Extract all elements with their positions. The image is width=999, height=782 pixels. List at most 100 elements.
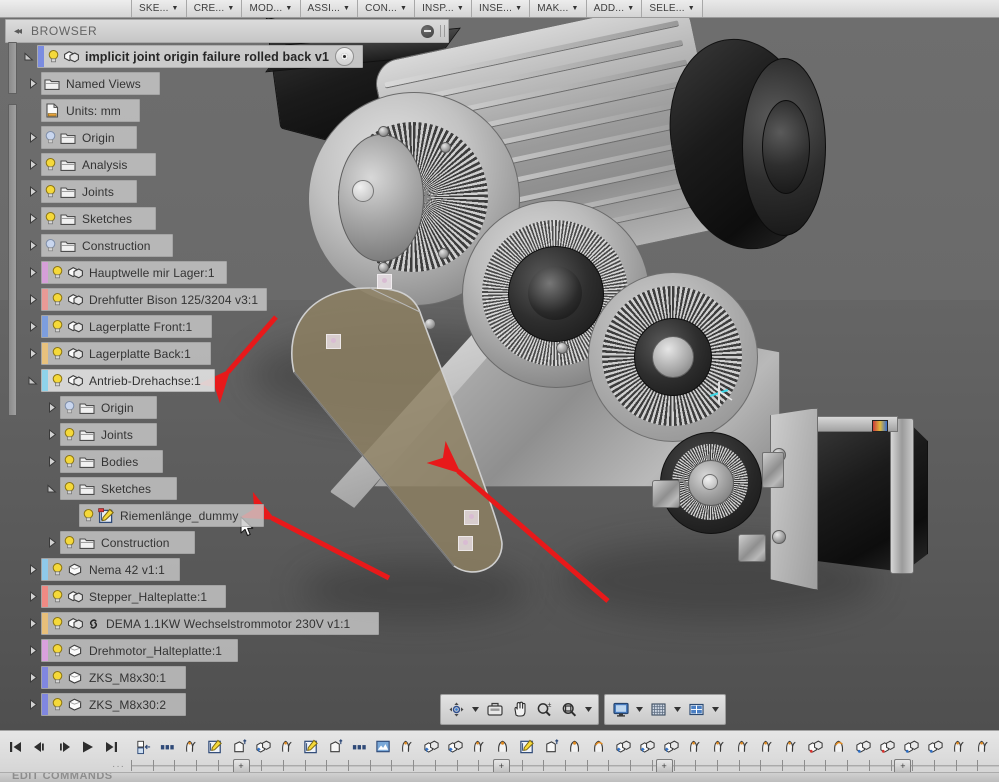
visibility-lamp-icon[interactable] [49, 640, 65, 661]
timeline-feature-revolute-joint[interactable] [587, 734, 611, 759]
expand-triangle-icon[interactable] [26, 558, 41, 581]
scrollbar-thumb[interactable] [8, 104, 17, 416]
expand-triangle-icon[interactable] [26, 639, 41, 662]
tree-row[interactable]: Construction [26, 234, 173, 257]
pan-icon[interactable] [508, 698, 531, 721]
browser-tree[interactable]: implicit joint origin failure rolled bac… [0, 42, 450, 716]
tree-item-chip[interactable]: Analysis [41, 153, 156, 176]
tree-item-chip[interactable]: implicit joint origin failure rolled bac… [37, 45, 364, 68]
expand-triangle-icon[interactable] [26, 693, 41, 716]
timeline-feature-rigid-group-new[interactable] [899, 734, 923, 759]
tree-row[interactable]: Joints [45, 423, 157, 446]
expand-triangle-icon[interactable] [26, 342, 41, 365]
activate-component-icon[interactable] [335, 47, 355, 66]
chevron-down-icon[interactable] [672, 698, 683, 721]
expand-triangle-icon[interactable] [26, 288, 41, 311]
timeline-feature-align[interactable] [131, 734, 155, 759]
timeline-feature-joint[interactable] [779, 734, 803, 759]
ribbon-tab-assemble[interactable]: ASSI... ▼ [300, 0, 359, 17]
scrollbar-thumb-upper[interactable] [8, 42, 17, 94]
expand-triangle-icon[interactable] [26, 585, 41, 608]
tree-row[interactable]: Origin [45, 396, 157, 419]
tree-row[interactable]: Joints [26, 180, 137, 203]
look-at-icon[interactable] [483, 698, 506, 721]
timeline-feature-rigid-group-error[interactable] [875, 734, 899, 759]
timeline-feature-joint[interactable] [947, 734, 971, 759]
minimize-icon[interactable] [421, 24, 434, 38]
visibility-lamp-icon[interactable] [61, 478, 77, 499]
timeline-feature-rigid-group[interactable] [251, 734, 275, 759]
tree-row[interactable]: ZKS_M8x30:1 [26, 666, 186, 689]
tree-row[interactable]: Sketches [45, 477, 177, 500]
tree-item-chip[interactable]: Joints [60, 423, 157, 446]
timeline-feature-joint[interactable] [971, 734, 995, 759]
tree-item-chip[interactable]: ZKS_M8x30:1 [41, 666, 186, 689]
tree-row[interactable]: Antrieb-Drehachse:1 [26, 369, 215, 392]
timeline-feature-parameters[interactable] [155, 734, 179, 759]
ribbon-tab-insert[interactable]: INSE... ▼ [472, 0, 531, 17]
tree-item-chip[interactable]: Sketches [60, 477, 177, 500]
timeline-feature-parameters[interactable] [347, 734, 371, 759]
chevron-down-icon[interactable] [634, 698, 645, 721]
timeline-feature-joint[interactable] [731, 734, 755, 759]
timeline-feature-sketch[interactable] [299, 734, 323, 759]
go-to-end-icon[interactable] [102, 736, 121, 758]
tree-row[interactable]: Named Views [26, 72, 160, 95]
visibility-lamp-icon[interactable] [42, 208, 58, 229]
timeline-feature-sketch[interactable] [203, 734, 227, 759]
chevron-down-icon[interactable] [470, 698, 481, 721]
timeline-feature-extrude[interactable] [227, 734, 251, 759]
tree-row[interactable]: Riemenlänge_dummy [64, 504, 264, 527]
ribbon-tab-addins[interactable]: ADD... ▼ [586, 0, 643, 17]
expand-triangle-icon[interactable] [45, 450, 60, 473]
visibility-lamp-icon[interactable] [49, 694, 65, 715]
timeline-feature-revolute-joint[interactable] [827, 734, 851, 759]
nav-group-camera[interactable]: ± [440, 694, 599, 725]
expand-triangle-icon[interactable] [26, 72, 41, 95]
timeline-feature-rigid-group[interactable] [611, 734, 635, 759]
tree-row[interactable]: Construction [45, 531, 195, 554]
tree-row-root[interactable]: implicit joint origin failure rolled bac… [22, 45, 364, 68]
tree-row[interactable]: Bodies [45, 450, 163, 473]
timeline-feature-joint[interactable] [707, 734, 731, 759]
visibility-lamp-icon[interactable] [42, 235, 58, 256]
timeline-bar[interactable]: ··· + + + + EDIT COMMANDS [0, 730, 999, 782]
tree-item-chip[interactable]: Origin [41, 126, 137, 149]
tree-row[interactable]: Units: mm [26, 99, 140, 122]
step-back-icon[interactable] [30, 736, 49, 758]
expand-triangle-icon[interactable] [26, 612, 41, 635]
visibility-lamp-icon[interactable] [49, 559, 65, 580]
ribbon-tab-make[interactable]: MAK... ▼ [530, 0, 587, 17]
browser-scrollbar[interactable] [8, 42, 17, 682]
tree-item-chip[interactable]: Construction [41, 234, 173, 257]
fit-icon[interactable] [558, 698, 581, 721]
visibility-lamp-icon[interactable] [42, 154, 58, 175]
collapse-triangle-icon[interactable] [26, 369, 41, 392]
visibility-lamp-icon[interactable] [80, 505, 96, 526]
timeline-feature-joint[interactable] [995, 734, 999, 759]
ribbon-tab-sketch[interactable]: SKE... ▼ [132, 0, 187, 17]
tree-item-chip[interactable]: Drehfutter Bison 125/3204 v3:1 [41, 288, 268, 311]
play-icon[interactable] [78, 736, 97, 758]
timeline-feature-joint[interactable] [395, 734, 419, 759]
timeline-feature-joint[interactable] [179, 734, 203, 759]
resize-grip[interactable] [440, 25, 445, 37]
tree-item-chip[interactable]: Origin [60, 396, 157, 419]
visibility-lamp-icon[interactable] [49, 667, 65, 688]
tree-item-chip[interactable]: Named Views [41, 72, 160, 95]
tree-row[interactable]: DEMA 1.1KW Wechselstrommotor 230V v1:1 [26, 612, 379, 635]
sketch-point[interactable] [458, 536, 473, 551]
ribbon-tab-create[interactable]: CRE... ▼ [186, 0, 243, 17]
tree-item-chip[interactable]: Sketches [41, 207, 156, 230]
tree-row[interactable]: Drehmotor_Halteplatte:1 [26, 639, 238, 662]
browser-panel-header[interactable]: ◂◂ BROWSER [5, 19, 449, 43]
expand-triangle-icon[interactable] [22, 45, 37, 68]
visibility-lamp-icon[interactable] [49, 343, 65, 364]
timeline-feature-extrude[interactable] [323, 734, 347, 759]
expand-triangle-icon[interactable] [26, 153, 41, 176]
timeline-feature-joint[interactable] [467, 734, 491, 759]
tree-row[interactable]: Nema 42 v1:1 [26, 558, 180, 581]
tree-item-chip[interactable]: Drehmotor_Halteplatte:1 [41, 639, 238, 662]
collapse-panel-icon[interactable]: ◂◂ [14, 26, 22, 37]
visibility-lamp-icon[interactable] [61, 424, 77, 445]
